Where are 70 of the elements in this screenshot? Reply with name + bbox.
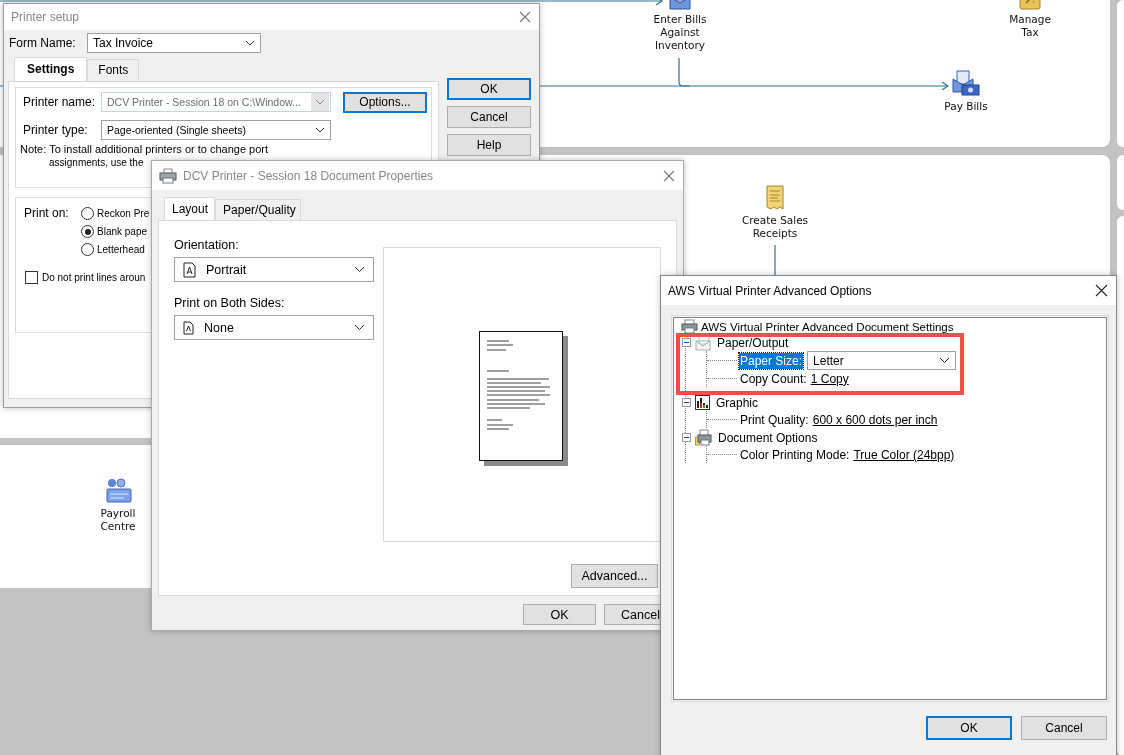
setting-link[interactable]: 600 x 600 dots per inch [812,412,938,427]
setting-link[interactable]: True Color (24bpp) [853,447,955,462]
dialog-button[interactable]: Cancel [447,106,531,128]
panel-background [1117,155,1124,210]
dialog-button[interactable]: OK [926,716,1012,740]
chevron-icon [354,266,365,273]
advanced-button[interactable]: Advanced... [571,564,658,588]
payroll-icon[interactable] [104,478,132,504]
setting-label[interactable]: Color Printing Mode: [739,446,851,463]
node-label[interactable]: Manage Tax [1000,13,1060,39]
window-title: AWS Virtual Printer Advanced Options [668,283,873,298]
tree-item[interactable]: Graphic [716,395,759,410]
tab[interactable]: Layout [164,197,216,220]
dialog-button[interactable]: OK [447,78,531,100]
receipt-icon[interactable] [765,185,785,211]
field-label: Form Name: [8,36,77,50]
field-label: Orientation: [174,238,240,252]
window-title: Printer setup [11,10,81,24]
setting-dropdown[interactable]: Letter [807,351,957,370]
checkbox[interactable] [25,271,38,284]
radio-label[interactable]: Blank pape [97,226,148,237]
checkbox-label[interactable]: Do not print lines aroun [42,272,146,283]
dialog-button[interactable]: Help [447,134,531,156]
collapse-icon[interactable] [682,398,691,407]
note-text: Note: To install additional printers or to change port [20,143,269,156]
printer-icon [159,167,177,184]
chevron-icon [354,324,365,331]
dialog-button[interactable]: OK [523,604,596,625]
tree-item[interactable]: Paper/Output [717,335,789,350]
chevron-icon [315,99,325,105]
radio-button[interactable] [81,225,94,238]
options-button[interactable]: Options... [343,91,427,113]
page-icon [183,320,194,335]
tree-item[interactable]: Document Options [718,430,818,445]
setting-label[interactable]: Paper Size: [739,352,804,369]
close-icon[interactable] [1095,284,1108,297]
field-label: Printer name: [23,95,97,109]
form-name-dropdown[interactable]: Tax Invoice [87,33,261,53]
tab[interactable]: Settings [14,57,88,81]
field-label: Print on: [24,206,70,222]
envelope-icon [695,334,711,351]
node-label[interactable]: Create Sales Receipts [730,214,820,240]
chevron-icon [315,127,325,133]
radio-label[interactable]: Letterhead [97,244,145,255]
tree-item[interactable]: AWS Virtual Printer Advanced Document Settings [701,320,954,333]
radio-button[interactable] [81,207,94,220]
orientation-dropdown[interactable]: Portrait [174,257,374,282]
setting-label[interactable]: Print Quality: [739,411,810,428]
note-text: assignments, use the [49,156,144,169]
radio-button[interactable] [81,243,94,256]
collapse-icon[interactable] [682,433,691,442]
tab[interactable]: Fonts [87,59,140,81]
field-label: Printer type: [23,123,89,137]
flow-line [678,57,691,87]
bill-payment-icon[interactable] [952,70,980,97]
dialog-button[interactable]: Cancel [1021,716,1107,740]
setting-label[interactable]: Copy Count: [739,370,808,387]
node-label[interactable]: Pay Bills [944,100,988,113]
field-label: Print on Both Sides: [174,296,286,310]
setting-link[interactable]: 1 Copy [810,371,849,386]
page-icon [183,261,196,278]
window-title: DCV Printer - Session 18 Document Properties [183,168,435,183]
radio-label[interactable]: Reckon Pre [97,208,150,219]
chevron-icon [245,40,255,46]
node-label[interactable]: Payroll Centre [88,507,148,533]
chart-icon [695,395,710,410]
chevron-icon [939,357,951,364]
both-sides-dropdown[interactable]: None [174,315,374,340]
printer-type-dropdown[interactable]: Page-oriented (Single sheets) [101,120,331,140]
node-label[interactable]: Enter Bills Against Inventory [640,13,720,52]
